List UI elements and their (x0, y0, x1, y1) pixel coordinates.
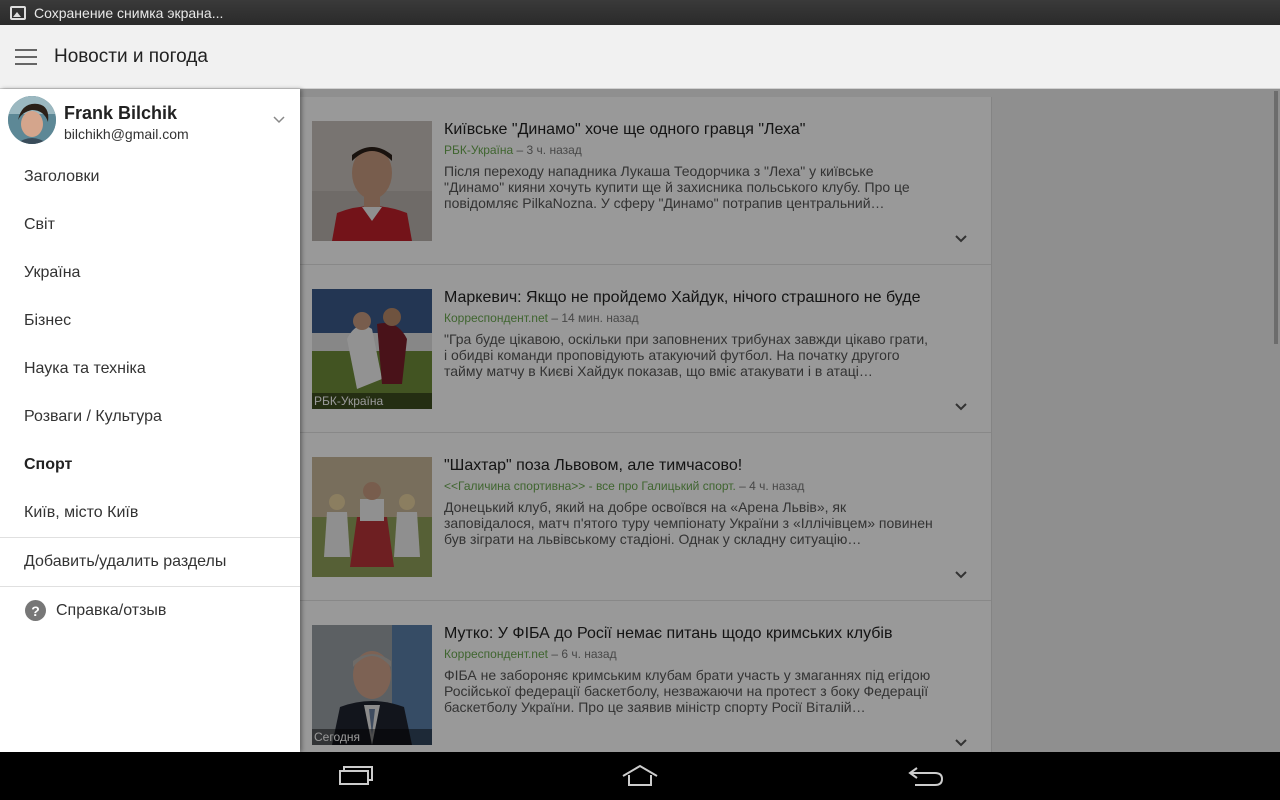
app-title: Новости и погода (54, 45, 208, 67)
drawer-item-entertainment[interactable]: Розваги / Культура (0, 393, 300, 441)
drawer-item-headlines[interactable]: Заголовки (0, 153, 300, 201)
drawer-item-world[interactable]: Світ (0, 201, 300, 249)
drawer-item-business[interactable]: Бізнес (0, 297, 300, 345)
home-icon[interactable] (620, 762, 660, 790)
recent-apps-icon[interactable] (335, 762, 375, 790)
navigation-drawer: Frank Bilchik bilchikh@gmail.com Заголов… (0, 89, 300, 752)
drawer-item-science-tech[interactable]: Наука та техніка (0, 345, 300, 393)
help-feedback-item[interactable]: ? Справка/отзыв (0, 587, 300, 634)
hamburger-menu-icon[interactable] (15, 48, 37, 65)
help-circle-icon: ? (25, 600, 46, 621)
scrollbar[interactable] (1274, 91, 1278, 344)
system-nav-bar (0, 752, 1280, 800)
status-bar: Сохранение снимка экрана... (0, 0, 1280, 25)
help-feedback-label: Справка/отзыв (56, 601, 167, 619)
avatar (8, 96, 56, 144)
back-icon[interactable] (905, 762, 945, 790)
account-email: bilchikh@gmail.com (64, 126, 189, 142)
drawer-item-kyiv[interactable]: Київ, місто Київ (0, 489, 300, 537)
chevron-down-icon[interactable] (272, 115, 286, 125)
app-bar: Новости и погода (0, 25, 1280, 89)
image-icon (10, 5, 26, 20)
status-notification-text: Сохранение снимка экрана... (34, 4, 224, 21)
manage-sections-item[interactable]: Добавить/удалить разделы (0, 538, 300, 586)
drawer-item-ukraine[interactable]: Україна (0, 249, 300, 297)
account-name: Frank Bilchik (64, 103, 178, 123)
drawer-item-sport[interactable]: Спорт (0, 441, 300, 489)
account-header[interactable]: Frank Bilchik bilchikh@gmail.com (0, 89, 300, 153)
